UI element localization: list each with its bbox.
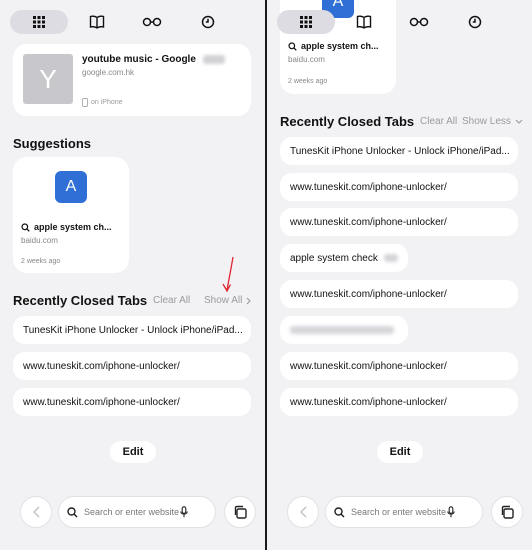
shared-link-card[interactable]: Y youtube music - Google google.com.hk o… (13, 44, 251, 116)
edit-button[interactable]: Edit (110, 441, 156, 463)
suggestion-title-row: apple system ch... (288, 41, 379, 51)
closed-tab-row[interactable]: TunesKit iPhone Unlocker - Unlock iPhone… (280, 137, 518, 165)
show-all-button[interactable]: Show All (204, 295, 252, 306)
search-icon (67, 506, 78, 518)
closed-tab-row[interactable]: www.tuneskit.com/iphone-unlocker/ (280, 173, 518, 201)
closed-tab-label: www.tuneskit.com/iphone-unlocker/ (290, 360, 447, 372)
closed-tab-row[interactable]: www.tuneskit.com/iphone-unlocker/ (280, 388, 518, 416)
clear-all-button[interactable]: Clear All (153, 295, 190, 306)
suggestions-title: Suggestions (13, 136, 92, 151)
grid-icon (33, 16, 45, 28)
closed-tab-label: www.tuneskit.com/iphone-unlocker/ (23, 360, 180, 372)
tabs-button[interactable] (491, 496, 523, 528)
closed-tab-row[interactable]: www.tuneskit.com/iphone-unlocker/ (280, 280, 518, 308)
closed-tab-blurred-label (290, 326, 394, 334)
history-icon (201, 15, 215, 29)
red-arrow-annotation (222, 256, 234, 293)
history-icon (468, 15, 482, 29)
tab-bookmarks[interactable] (70, 10, 124, 34)
tab-history[interactable] (448, 10, 502, 34)
phone-icon (82, 98, 88, 107)
closed-tab-label: www.tuneskit.com/iphone-unlocker/ (23, 396, 180, 408)
grid-icon (300, 16, 312, 28)
closed-tab-label: www.tuneskit.com/iphone-unlocker/ (290, 396, 447, 408)
left-panel: Y youtube music - Google google.com.hk o… (0, 0, 265, 550)
search-input[interactable] (84, 507, 180, 517)
shared-link-title: youtube music - Google (82, 54, 196, 65)
shared-title-blurred (203, 55, 225, 64)
right-panel: A apple system ch... baidu.com 2 weeks a… (267, 0, 532, 550)
tab-bookmarks[interactable] (337, 10, 391, 34)
microphone-icon[interactable] (447, 506, 455, 518)
suggestion-domain: baidu.com (21, 236, 58, 245)
closed-tab-row[interactable]: www.tuneskit.com/iphone-unlocker/ (13, 352, 251, 380)
closed-tab-row[interactable]: apple system check (280, 244, 408, 272)
suggestion-time: 2 weeks ago (21, 258, 61, 265)
address-search-field[interactable] (58, 496, 216, 528)
shared-device: on iPhone (82, 98, 123, 107)
tab-history[interactable] (181, 10, 235, 34)
tab-start-page[interactable] (10, 10, 68, 34)
bookmarks-icon (356, 15, 371, 29)
closed-tab-row[interactable]: TunesKit iPhone Unlocker - Unlock iPhone… (13, 316, 251, 344)
bottom-toolbar (10, 496, 256, 530)
suggestion-site-icon: A (55, 171, 87, 203)
show-all-label: Show All (204, 295, 243, 306)
closed-tab-row[interactable]: www.tuneskit.com/iphone-unlocker/ (280, 208, 518, 236)
closed-tab-label: www.tuneskit.com/iphone-unlocker/ (290, 181, 447, 193)
suggestion-title: apple system ch... (301, 41, 379, 51)
closed-tab-label: apple system check (290, 252, 378, 264)
address-search-field[interactable] (325, 496, 483, 528)
search-input[interactable] (351, 507, 447, 517)
edit-button[interactable]: Edit (377, 441, 423, 463)
closed-tab-label: www.tuneskit.com/iphone-unlocker/ (290, 288, 447, 300)
tab-start-page[interactable] (277, 10, 335, 34)
reading-list-icon (143, 17, 162, 27)
closed-tab-row[interactable]: www.tuneskit.com/iphone-unlocker/ (13, 388, 251, 416)
shared-link-domain: google.com.hk (82, 68, 135, 77)
tabs-icon (501, 505, 514, 519)
back-button[interactable] (20, 496, 52, 528)
suggestion-time: 2 weeks ago (288, 78, 328, 85)
chevron-down-icon (515, 119, 523, 124)
closed-tab-row[interactable] (280, 316, 408, 344)
bookmarks-icon (89, 15, 104, 29)
closed-tab-label: TunesKit iPhone Unlocker - Unlock iPhone… (290, 145, 510, 157)
suggestion-domain: baidu.com (288, 55, 325, 64)
show-less-button[interactable]: Show Less (462, 116, 523, 127)
suggestion-title: apple system ch... (34, 222, 112, 232)
chevron-left-icon (299, 506, 307, 518)
top-toolbar (277, 8, 522, 36)
shared-device-label: on iPhone (91, 99, 123, 106)
top-toolbar (10, 8, 255, 36)
suggestion-title-row: apple system ch... (21, 222, 112, 232)
closed-tab-row[interactable]: www.tuneskit.com/iphone-unlocker/ (280, 352, 518, 380)
tabs-button[interactable] (224, 496, 256, 528)
closed-tab-label: www.tuneskit.com/iphone-unlocker/ (290, 216, 447, 228)
chevron-left-icon (32, 506, 40, 518)
bottom-toolbar (277, 496, 523, 530)
tabs-icon (234, 505, 247, 519)
tab-reading-list[interactable] (392, 10, 446, 34)
search-icon (21, 222, 30, 232)
search-icon (288, 41, 297, 51)
site-avatar: Y (23, 54, 73, 104)
reading-list-icon (410, 17, 429, 27)
clear-all-button[interactable]: Clear All (420, 116, 457, 127)
search-icon (334, 506, 345, 518)
closed-tab-label: TunesKit iPhone Unlocker - Unlock iPhone… (23, 324, 243, 336)
back-button[interactable] (287, 496, 319, 528)
tab-reading-list[interactable] (125, 10, 179, 34)
closed-tab-blurred-suffix (383, 254, 398, 262)
recently-closed-title: Recently Closed Tabs (280, 114, 415, 129)
suggestion-card[interactable]: A apple system ch... baidu.com 2 weeks a… (13, 157, 129, 273)
recently-closed-title: Recently Closed Tabs (13, 293, 148, 308)
microphone-icon[interactable] (180, 506, 188, 518)
show-less-label: Show Less (462, 116, 511, 127)
chevron-right-icon (246, 297, 252, 304)
